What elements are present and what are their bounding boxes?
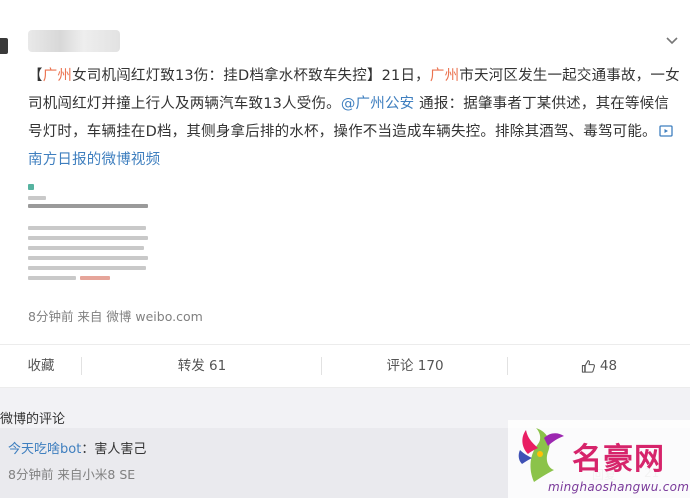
repost-button[interactable]: 转发 61	[82, 345, 322, 387]
post-text: 【广州女司机闯红灯致13伤：挂D档拿水杯致车失控】21日，广州市天河区发生一起交…	[28, 62, 680, 174]
comment-meta: 8分钟前 来自小米8 SE	[8, 467, 136, 482]
mention-link[interactable]: @广州公安	[341, 96, 415, 112]
comment-line: 今天吃啥bot：害人害己	[8, 438, 146, 457]
comments-heading: 微博的评论	[0, 412, 66, 427]
topic-link-guangzhou[interactable]: 广州	[43, 68, 72, 84]
watermark-domain: minghaoshangwu.com	[548, 480, 690, 494]
comment-user-link[interactable]: 今天吃啥bot	[8, 442, 81, 457]
bracket-open: 【	[28, 68, 43, 84]
comment-text: 害人害己	[94, 442, 147, 457]
comment-button[interactable]: 评论 170	[322, 345, 508, 387]
weibo-post: 【广州女司机闯红灯致13伤：挂D档拿水杯致车失控】21日，广州市天河区发生一起交…	[0, 0, 690, 344]
repost-label: 转发 61	[177, 358, 227, 374]
comment-label: 评论 170	[386, 358, 444, 374]
headline-text: 女司机闯红灯致13伤：挂D档拿水杯致车失控】21日，	[72, 68, 430, 84]
post-meta: 8分钟前 来自 微博 weibo.com	[28, 309, 203, 324]
left-edge-fragment	[0, 0, 14, 60]
comment-separator: ：	[81, 442, 95, 457]
site-watermark: 名豪网 minghaoshangwu.com	[508, 420, 690, 498]
favorite-button[interactable]: 收藏	[0, 345, 82, 387]
watermark-title: 名豪网	[572, 442, 665, 477]
action-bar: 收藏 转发 61 评论 170 48	[0, 344, 690, 388]
blurred-username[interactable]	[28, 30, 120, 52]
video-thumbnail[interactable]	[28, 182, 150, 292]
thumbs-up-icon	[581, 359, 595, 373]
chevron-down-icon[interactable]	[664, 34, 680, 50]
play-icon	[659, 125, 673, 137]
favorite-label: 收藏	[27, 358, 55, 374]
watermark-logo-icon	[518, 428, 564, 482]
video-link-label: 南方日报的微博视频	[28, 152, 161, 168]
topic-link-guangzhou-2[interactable]: 广州	[430, 68, 459, 84]
like-button[interactable]: 48	[508, 345, 690, 387]
like-count: 48	[599, 358, 618, 374]
